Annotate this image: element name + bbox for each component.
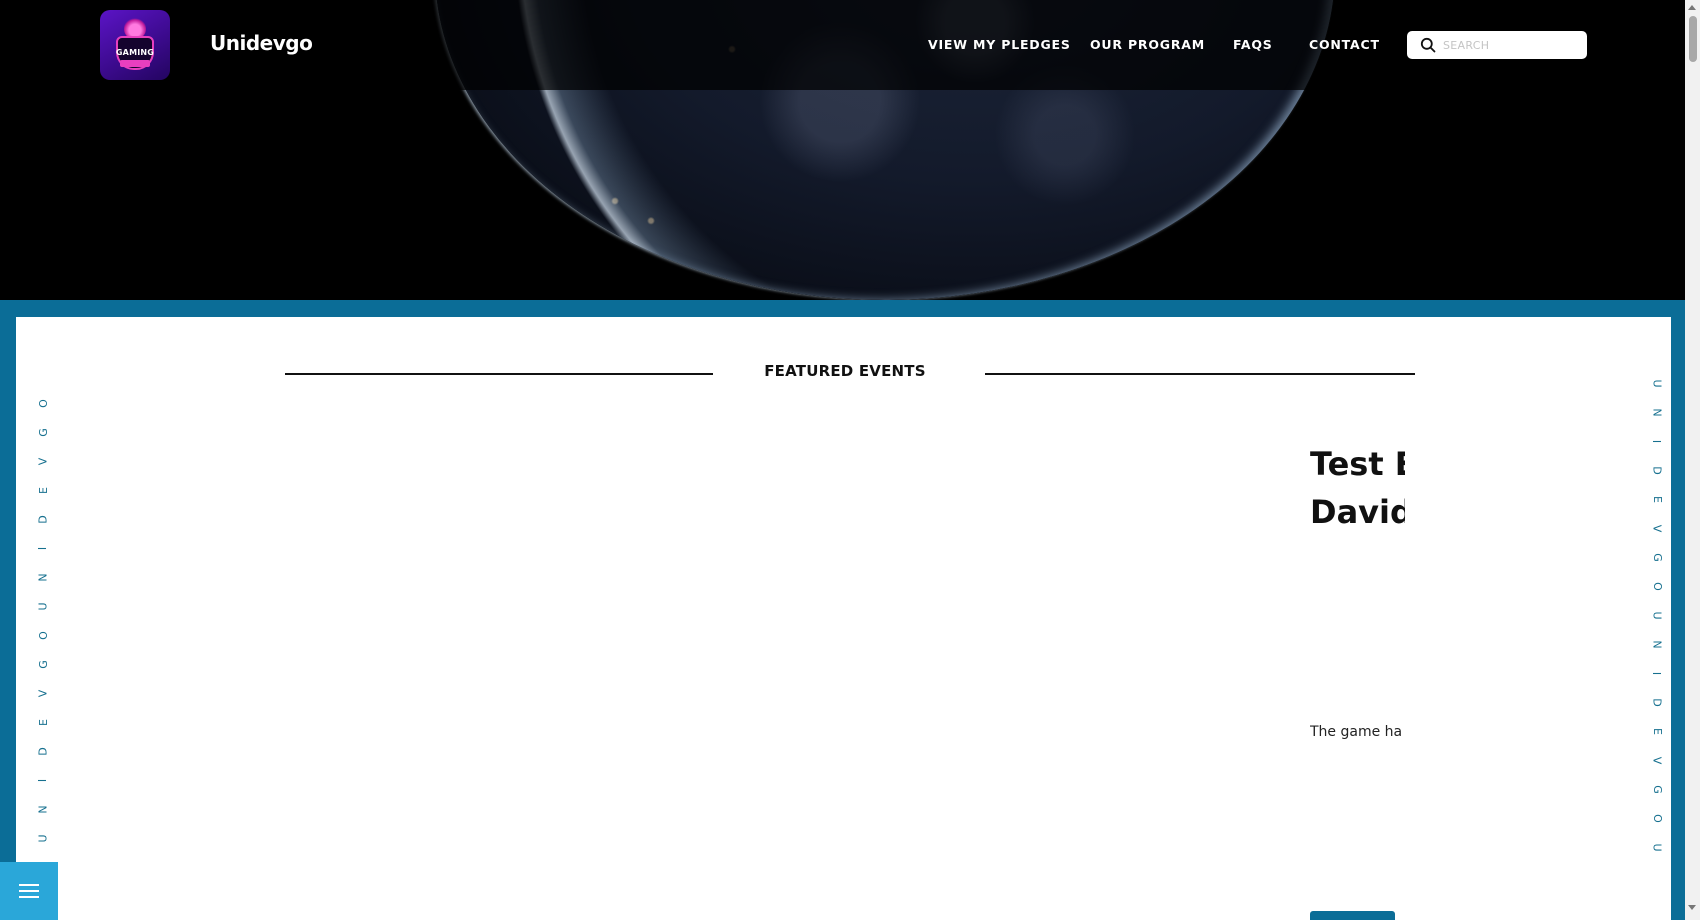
vertical-letter: N (36, 805, 50, 814)
vertical-letter: U (1650, 611, 1664, 620)
vertical-text-left: O G V E D I N U O G V E D I N U (35, 389, 51, 853)
vertical-letter: E (36, 719, 50, 726)
section-divider-right (985, 373, 1415, 375)
vertical-letter: N (1650, 640, 1664, 649)
search-icon[interactable] (1420, 37, 1436, 53)
nav-contact[interactable]: CONTACT (1309, 37, 1380, 52)
logo-ribbon (120, 60, 150, 67)
vertical-letter: D (36, 747, 50, 756)
nav-faqs[interactable]: FAQS (1233, 37, 1273, 52)
vertical-letter: U (36, 834, 50, 843)
vertical-letter: O (36, 399, 50, 408)
section-divider-left (285, 373, 713, 375)
scroll-down-arrow[interactable] (1688, 905, 1696, 910)
vertical-letter: E (1650, 496, 1664, 503)
vertical-letter: O (1650, 582, 1664, 591)
vertical-letter: U (1650, 843, 1664, 852)
search-box[interactable] (1407, 31, 1587, 59)
vertical-letter: O (1650, 814, 1664, 823)
scrollbar-thumb[interactable] (1689, 16, 1697, 62)
vertical-letter: N (36, 573, 50, 582)
scrollbar[interactable] (1685, 0, 1700, 920)
event-description: The game ha (1310, 724, 1403, 740)
vertical-letter: I (1650, 439, 1664, 444)
site-logo[interactable]: GAMING (100, 10, 170, 80)
scroll-up-arrow[interactable] (1688, 5, 1696, 10)
section-title: FEATURED EVENTS (764, 362, 926, 380)
vertical-letter: D (36, 515, 50, 524)
vertical-letter: V (36, 457, 50, 466)
nav-our-program[interactable]: OUR PROGRAM (1090, 37, 1205, 52)
vertical-letter: G (1650, 553, 1664, 562)
event-title-line2: David (1310, 493, 1405, 531)
vertical-letter: E (1650, 728, 1664, 735)
vertical-letter: I (36, 546, 50, 551)
vertical-letter: V (1650, 524, 1664, 533)
vertical-text-right: U N I D E V G O U N I D E V G O U (1649, 369, 1665, 862)
vertical-letter: D (1650, 466, 1664, 475)
vertical-letter: G (36, 660, 50, 669)
nav-view-my-pledges[interactable]: VIEW MY PLEDGES (928, 37, 1071, 52)
event-title[interactable]: Test E David (1310, 440, 1405, 536)
vertical-letter: I (36, 778, 50, 783)
event-card: Test E David The game ha (1310, 440, 1405, 920)
brand-name[interactable]: Unidevgo (210, 31, 313, 55)
vertical-letter: V (36, 689, 50, 698)
vertical-letter: G (36, 428, 50, 437)
vertical-letter: G (1650, 785, 1664, 794)
menu-button[interactable] (0, 862, 58, 920)
search-input[interactable] (1443, 34, 1578, 56)
vertical-letter: E (36, 487, 50, 494)
vertical-letter: U (36, 602, 50, 611)
vertical-letter: U (1650, 379, 1664, 388)
featured-section-card (16, 317, 1671, 920)
vertical-letter: N (1650, 408, 1664, 417)
vertical-letter: O (36, 631, 50, 640)
logo-text: GAMING (115, 48, 155, 57)
vertical-letter: D (1650, 698, 1664, 707)
event-title-line1: Test E (1310, 445, 1405, 483)
vertical-letter: V (1650, 756, 1664, 765)
vertical-letter: I (1650, 671, 1664, 676)
event-button[interactable] (1310, 911, 1395, 920)
